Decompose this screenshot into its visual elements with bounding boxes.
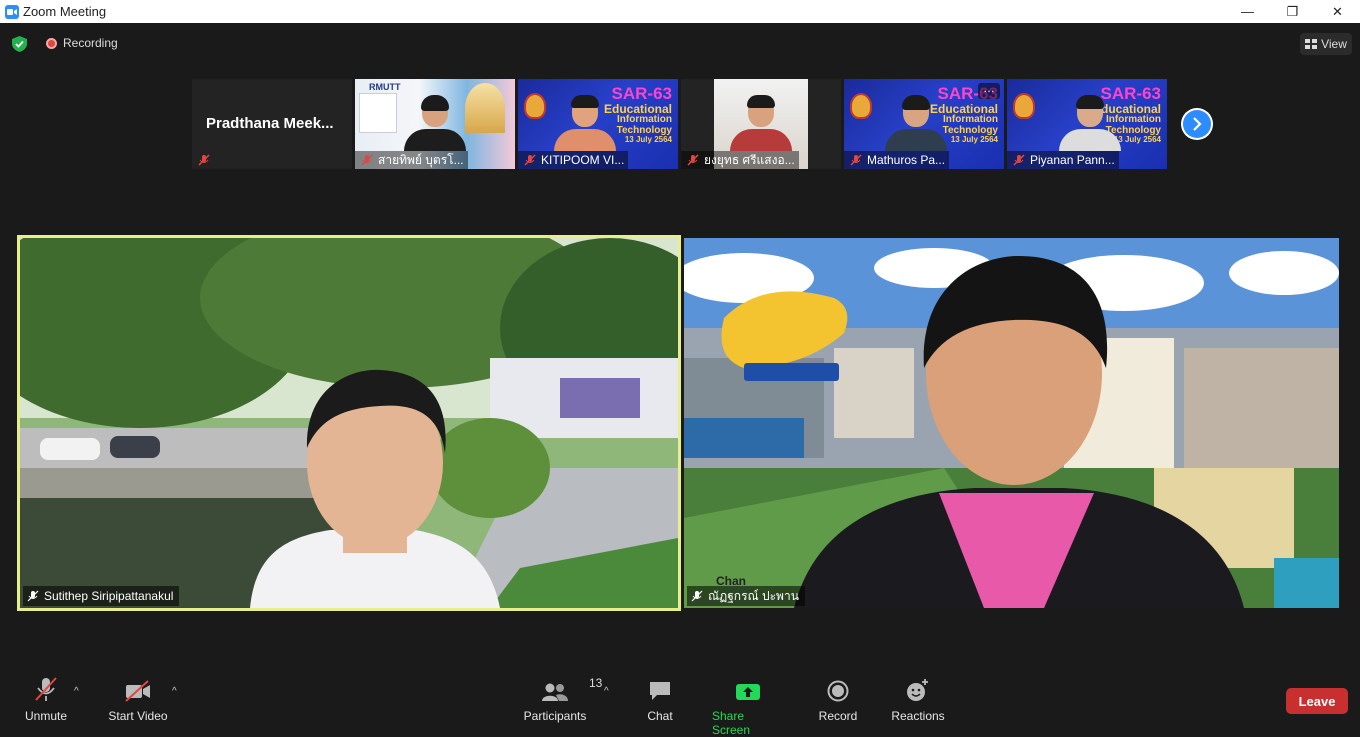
video-tile-active-speaker[interactable]: Sutithep Siripipattanakul <box>17 235 681 611</box>
participant-video <box>885 95 947 151</box>
unmute-button[interactable]: Unmute <box>22 676 70 723</box>
participant-name: สายทิพย์ บุตรโ... <box>378 152 464 167</box>
view-label: View <box>1321 37 1347 51</box>
maximize-button[interactable]: ❐ <box>1270 0 1315 23</box>
name-label: ณัฏฐกรณ์ ปะพาน <box>687 586 805 606</box>
chat-button[interactable]: Chat <box>640 676 680 723</box>
grid-view-icon <box>1305 39 1318 49</box>
video-tile[interactable]: Chan ณัฏฐกรณ์ ปะพาน <box>684 238 1339 608</box>
muted-mic-icon <box>687 154 699 166</box>
participant-thumbnail[interactable]: SAR-63 Educational Information Technolog… <box>1007 79 1167 169</box>
reactions-label: Reactions <box>891 709 945 723</box>
temple-image <box>465 83 505 133</box>
audio-options-caret-icon[interactable]: ^ <box>74 686 79 697</box>
minimize-button[interactable]: — <box>1225 0 1270 23</box>
speaking-mic-icon <box>27 590 39 602</box>
start-video-label: Start Video <box>108 709 168 723</box>
participant-thumbnail[interactable]: RMUTT สายทิพย์ บุตรโ... <box>355 79 515 169</box>
name-label: Sutithep Siripipattanakul <box>23 586 180 606</box>
participant-name: KITIPOOM VI... <box>541 153 625 167</box>
unmute-label: Unmute <box>24 709 68 723</box>
recording-label: Recording <box>63 36 118 50</box>
participants-icon <box>542 683 568 701</box>
participant-name: ยงยุทธ ศรีแสงอ... <box>704 152 795 167</box>
rmutt-logo: RMUTT <box>369 82 401 92</box>
muted-mic-icon <box>1013 154 1025 166</box>
participant-video <box>684 238 1339 608</box>
meeting-toolbar: Unmute ^ Start Video ^ 13 Participants ^… <box>0 672 1360 737</box>
video-options-caret-icon[interactable]: ^ <box>172 686 177 697</box>
poster-image <box>359 93 397 133</box>
participant-thumbnail[interactable]: Pradthana Meek... <box>192 79 352 169</box>
participant-video <box>20 238 678 608</box>
participant-thumbnail[interactable]: ยงยุทธ ศรีแสงอ... <box>681 79 841 169</box>
window-title: Zoom Meeting <box>23 4 107 19</box>
muted-mic-icon <box>198 154 210 166</box>
participants-count: 13 <box>589 676 603 690</box>
chat-label: Chat <box>647 709 673 723</box>
university-logo <box>524 93 546 119</box>
more-options-button[interactable]: … <box>978 82 1000 99</box>
chat-icon <box>650 682 670 700</box>
leave-button[interactable]: Leave <box>1286 688 1348 714</box>
participant-video <box>1059 95 1122 151</box>
participant-name: Sutithep Siripipattanakul <box>44 589 174 603</box>
participant-name: ณัฏฐกรณ์ ปะพาน <box>708 588 799 603</box>
close-button[interactable]: ✕ <box>1315 0 1360 23</box>
window-titlebar: Zoom Meeting — ❐ ✕ <box>0 0 1360 23</box>
muted-mic-icon <box>361 154 373 166</box>
share-screen-label: Share Screen <box>712 709 751 737</box>
chevron-right-icon <box>1193 117 1202 131</box>
participant-thumbnail[interactable]: SAR-63 Educational Information Technolog… <box>844 79 1004 169</box>
university-logo <box>1013 93 1035 119</box>
record-label: Record <box>818 709 858 723</box>
reactions-smiley-icon <box>907 679 928 701</box>
participant-name: Mathuros Pa... <box>867 153 946 167</box>
participant-video <box>554 95 617 151</box>
reactions-button[interactable]: Reactions <box>890 676 946 723</box>
muted-mic-icon <box>35 677 57 701</box>
participant-video <box>404 95 466 151</box>
university-logo <box>850 93 872 119</box>
video-off-icon <box>125 680 150 702</box>
speaking-mic-icon <box>691 590 703 602</box>
start-video-button[interactable]: Start Video <box>108 676 168 723</box>
zoom-app-icon <box>5 4 19 19</box>
record-dot-icon <box>46 37 57 49</box>
participant-thumbnail[interactable]: SAR-63 Educational Information Technolog… <box>518 79 678 169</box>
record-icon <box>827 680 849 702</box>
participants-button[interactable]: 13 Participants <box>522 676 603 723</box>
muted-mic-icon <box>524 154 536 166</box>
view-button[interactable]: View <box>1300 33 1352 55</box>
next-page-button[interactable] <box>1181 108 1213 140</box>
recording-indicator[interactable]: Recording <box>46 36 118 50</box>
participant-name: Pradthana Meek... <box>206 115 334 132</box>
participant-name: Piyanan Pann... <box>1030 153 1115 167</box>
security-shield-icon[interactable] <box>12 36 27 52</box>
participant-thumbnail-strip: Pradthana Meek... RMUTT สายทิพย์ บุตรโ..… <box>192 79 1167 169</box>
meeting-topbar: Recording View <box>0 23 1360 63</box>
share-screen-icon <box>736 684 760 700</box>
participants-options-caret-icon[interactable]: ^ <box>604 686 609 697</box>
muted-mic-icon <box>850 154 862 166</box>
participants-label: Participants <box>523 709 587 723</box>
record-button[interactable]: Record <box>816 676 860 723</box>
